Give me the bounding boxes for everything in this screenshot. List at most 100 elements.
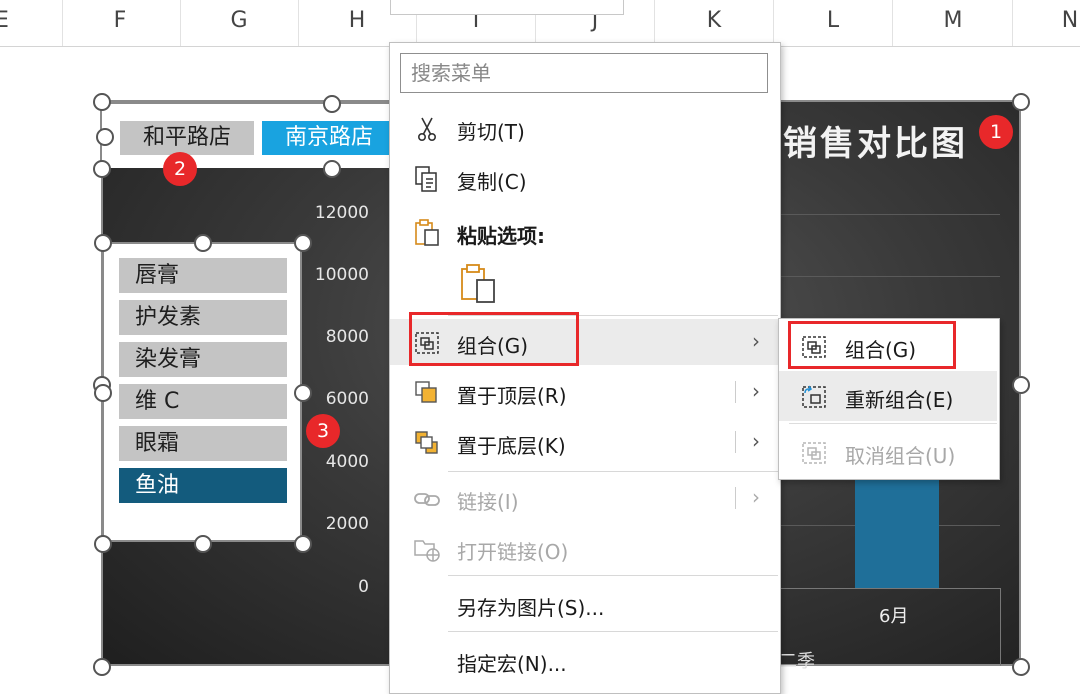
chart-title: 销售对比图 [783,124,968,164]
column-divider[interactable] [62,0,63,46]
submenu-item-regroup[interactable]: 重新组合(E) [779,371,997,421]
store-slicer[interactable]: 和平路店 南京路店 [100,102,396,168]
column-divider[interactable] [298,0,299,46]
slicer-item-conditioner[interactable]: 护发素 [119,300,287,335]
menu-divider [448,631,778,632]
y-tick-label: 4000 [325,452,369,472]
send-to-back-icon [412,429,442,457]
resize-handle[interactable] [1012,376,1030,394]
y-tick-label: 12000 [314,203,369,223]
chevron-right-icon[interactable]: › [752,429,760,453]
chart-bar[interactable] [855,469,939,588]
menu-label: 指定宏(N)... [457,652,567,676]
column-header-k[interactable]: K [699,8,729,33]
slicer-item-eye-cream[interactable]: 眼霜 [119,426,287,461]
resize-handle[interactable] [1012,658,1030,676]
clipboard-icon [412,219,442,247]
menu-label: 粘贴选项: [457,224,545,248]
menu-item-assign-macro[interactable]: 指定宏(N)... [390,637,778,683]
menu-split-divider [735,487,736,509]
link-icon [412,485,442,513]
menu-label: 链接(I) [457,490,519,514]
submenu-item-ungroup[interactable]: 取消组合(U) [779,427,997,477]
column-header-n[interactable]: N [1055,8,1080,33]
column-header-m[interactable]: M [938,8,968,33]
menu-item-send-to-back[interactable]: 置于底层(K) › [390,419,778,465]
resize-handle[interactable] [94,234,112,252]
column-header-g[interactable]: G [224,8,254,33]
y-tick-label: 0 [358,577,369,597]
slicer-item-fish-oil[interactable]: 鱼油 [119,468,287,503]
y-tick-label: 2000 [325,514,369,534]
chevron-right-icon: › [752,485,760,509]
resize-handle[interactable] [294,535,312,553]
column-divider[interactable] [180,0,181,46]
resize-handle[interactable] [294,384,312,402]
menu-label: 置于顶层(R) [457,384,567,408]
menu-label: 剪切(T) [457,120,525,144]
resize-handle[interactable] [294,234,312,252]
menu-item-paste-options: 粘贴选项: [390,209,778,255]
y-tick-label: 8000 [325,327,369,347]
resize-handle[interactable] [93,160,111,178]
step-badge-1: 1 [979,115,1013,149]
slicer-item-vitamin-c[interactable]: 维 C [119,384,287,419]
highlight-box-submenu-group [788,321,956,369]
product-slicer[interactable]: 唇膏 护发素 染发膏 维 C 眼霜 鱼油 [102,242,302,542]
resize-handle[interactable] [323,95,341,113]
resize-handle[interactable] [93,658,111,676]
menu-item-link[interactable]: 链接(I) › [390,475,778,521]
bring-to-front-icon [412,379,442,407]
resize-handle[interactable] [94,384,112,402]
menu-label: 复制(C) [457,170,527,194]
menu-item-copy[interactable]: 复制(C) [390,155,778,201]
ungroup-icon [799,439,829,467]
paste-button[interactable] [460,263,500,303]
menu-label: 打开链接(O) [457,540,569,564]
step-badge-3: 3 [306,414,340,448]
resize-handle[interactable] [96,128,114,146]
resize-handle[interactable] [1012,93,1030,111]
column-divider[interactable] [773,0,774,46]
chevron-right-icon[interactable]: › [752,379,760,403]
menu-divider [448,471,778,472]
x-group-label: 二季 [779,651,815,672]
menu-item-save-as-picture[interactable]: 另存为图片(S)... [390,581,778,627]
resize-handle[interactable] [194,535,212,553]
menu-search-input[interactable]: 搜索菜单 [400,53,768,93]
column-header-h[interactable]: H [342,8,372,33]
menu-item-cut[interactable]: 剪切(T) [390,105,778,151]
copy-icon [412,165,442,193]
paste-icon [460,264,500,307]
context-menu: 搜索菜单 剪切(T) 复制(C) 粘贴选项: 组合(G) › 置于顶层(R) ›… [389,42,781,694]
menu-divider [448,575,778,576]
slicer-item-hair-dye[interactable]: 染发膏 [119,342,287,377]
menu-label: 取消组合(U) [845,444,956,468]
highlight-box-group [409,312,579,366]
menu-label: 另存为图片(S)... [457,596,605,620]
regroup-icon [799,383,829,411]
column-header-bar: E F G H I J K L M N [0,0,1080,47]
chevron-right-icon: › [752,329,760,353]
column-divider[interactable] [1012,0,1013,46]
resize-handle[interactable] [94,535,112,553]
column-divider[interactable] [892,0,893,46]
slicer-item-heping-store[interactable]: 和平路店 [120,121,254,155]
column-divider[interactable] [654,0,655,46]
scissors-icon [412,115,442,143]
slicer-item-lip-balm[interactable]: 唇膏 [119,258,287,293]
slicer-item-nanjing-store[interactable]: 南京路店 [262,121,396,155]
menu-label: 置于底层(K) [457,434,566,458]
resize-handle[interactable] [323,160,341,178]
x-tick-label: 6月 [879,606,909,627]
step-badge-2: 2 [163,152,197,186]
menu-divider [789,423,997,424]
resize-handle[interactable] [194,234,212,252]
column-header-e[interactable]: E [0,8,17,33]
column-header-l[interactable]: L [818,8,848,33]
formula-bar-fragment [390,0,624,15]
resize-handle[interactable] [93,93,111,111]
menu-item-open-link[interactable]: 打开链接(O) [390,525,778,571]
column-header-f[interactable]: F [105,8,135,33]
menu-item-bring-to-front[interactable]: 置于顶层(R) › [390,369,778,415]
